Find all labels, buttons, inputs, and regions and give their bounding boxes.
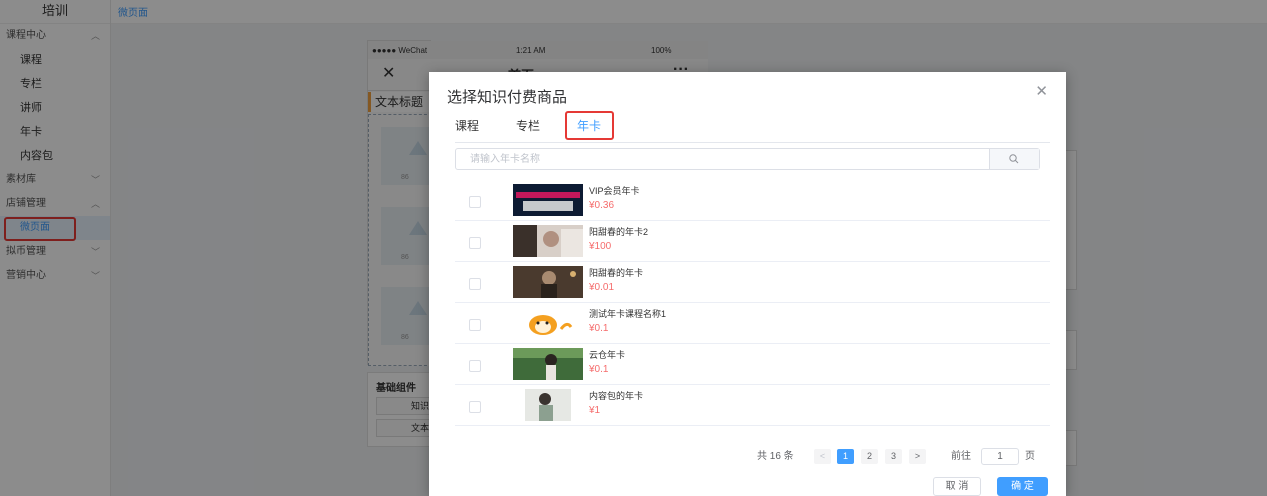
product-price: ¥0.36	[589, 200, 615, 211]
pagination: 共 16 条 < 1 2 3 > 前往 1 页	[429, 448, 1066, 468]
row-checkbox[interactable]	[469, 401, 481, 413]
search-button[interactable]	[989, 149, 1039, 169]
cartoon-image	[513, 307, 583, 339]
product-name: 阳甜春的年卡	[589, 268, 644, 278]
dialog-title: 选择知识付费商品	[447, 89, 568, 106]
list-item[interactable]: 云仓年卡 ¥0.1	[455, 344, 1050, 385]
product-name: VIP会员年卡	[589, 186, 640, 196]
select-product-dialog: 选择知识付费商品 ✕ 课程 专栏 年卡 VIP会员年卡 ¥0.36 阳甜春的年卡…	[429, 72, 1066, 496]
search-input[interactable]	[456, 149, 991, 169]
product-thumbnail	[513, 184, 583, 216]
next-page-button[interactable]: >	[909, 449, 926, 464]
product-thumbnail	[513, 266, 583, 298]
photo-image	[513, 225, 583, 257]
tab-column[interactable]: 专栏	[516, 116, 540, 140]
row-checkbox[interactable]	[469, 360, 481, 372]
tab-course[interactable]: 课程	[455, 116, 479, 140]
product-name: 阳甜春的年卡2	[589, 227, 649, 237]
photo-image	[513, 348, 583, 380]
vip-card-image	[513, 184, 583, 216]
search-box	[455, 148, 1040, 170]
page-button[interactable]: 1	[837, 449, 854, 464]
photo-image	[513, 266, 583, 298]
list-item[interactable]: 阳甜春的年卡2 ¥100	[455, 221, 1050, 262]
product-thumbnail	[513, 307, 583, 339]
page-jump-input[interactable]: 1	[981, 448, 1019, 465]
row-checkbox[interactable]	[469, 319, 481, 331]
page-button[interactable]: 3	[885, 449, 902, 464]
confirm-button[interactable]: 确 定	[997, 477, 1048, 496]
prev-page-button[interactable]: <	[814, 449, 831, 464]
page-suffix-label: 页	[1025, 451, 1035, 462]
product-price: ¥0.1	[589, 364, 609, 375]
product-price: ¥0.1	[589, 323, 609, 334]
search-icon	[1009, 154, 1019, 164]
close-icon[interactable]: ✕	[1035, 82, 1048, 100]
product-name: 内容包的年卡	[589, 391, 644, 401]
row-checkbox[interactable]	[469, 278, 481, 290]
row-checkbox[interactable]	[469, 237, 481, 249]
product-thumbnail	[513, 389, 583, 421]
tab-divider	[455, 142, 1050, 143]
product-price: ¥1	[589, 405, 601, 416]
photo-image	[513, 389, 583, 421]
page-button[interactable]: 2	[861, 449, 878, 464]
product-name: 测试年卡课程名称1	[589, 309, 667, 319]
pagination-total: 共 16 条	[757, 451, 794, 462]
list-item[interactable]: VIP会员年卡 ¥0.36	[455, 180, 1050, 221]
product-thumbnail	[513, 348, 583, 380]
list-item[interactable]: 阳甜春的年卡 ¥0.01	[455, 262, 1050, 303]
product-name: 云仓年卡	[589, 350, 626, 360]
row-checkbox[interactable]	[469, 196, 481, 208]
product-price: ¥100	[589, 241, 612, 252]
highlight-box-tab	[565, 111, 614, 140]
product-price: ¥0.01	[589, 282, 615, 293]
list-item[interactable]: 内容包的年卡 ¥1	[455, 385, 1050, 426]
product-thumbnail	[513, 225, 583, 257]
cancel-button[interactable]: 取 消	[933, 477, 981, 496]
goto-label: 前往	[951, 451, 971, 462]
list-item[interactable]: 测试年卡课程名称1 ¥0.1	[455, 303, 1050, 344]
